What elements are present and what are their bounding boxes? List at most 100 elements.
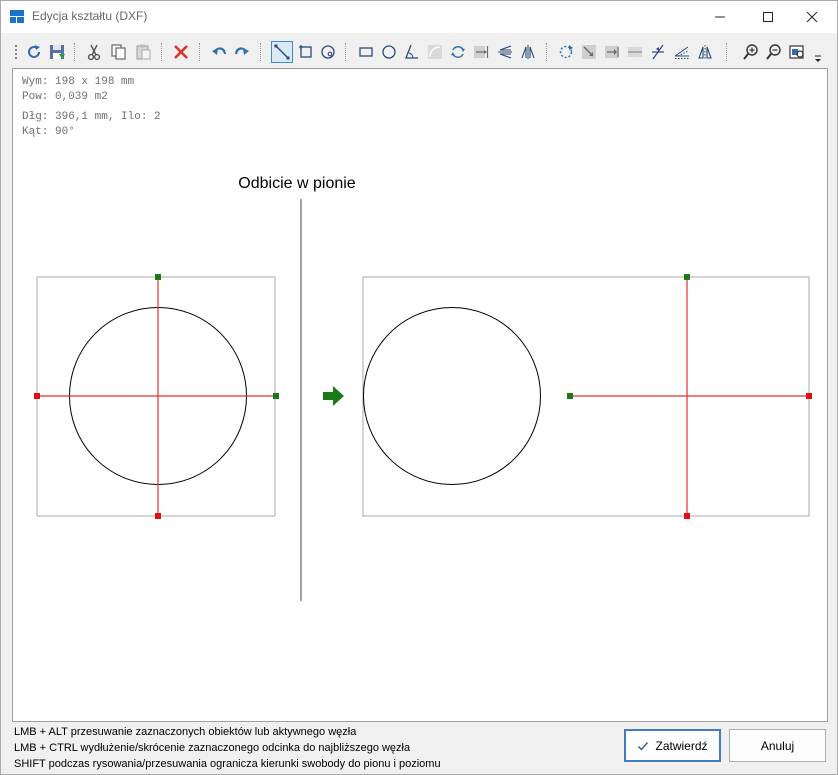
zoom-fit-button[interactable] [786,41,808,63]
draw-rect-button[interactable] [355,41,377,63]
node-handle[interactable] [155,274,161,280]
offset-button[interactable] [671,41,693,63]
trim-icon [628,47,642,57]
mirror-v-icon [521,45,535,59]
zoom-out-icon [766,44,781,60]
mirror-v-button[interactable] [517,41,539,63]
node-handle[interactable] [273,393,279,399]
copy-icon [111,44,126,60]
shape-before [34,274,279,519]
node-handle[interactable] [567,393,573,399]
select-rect-icon [299,45,312,58]
draw-arc-button[interactable] [424,41,446,63]
toolbar-separator [546,43,547,61]
mirror-icon [698,45,712,59]
rotate-icon [451,46,465,58]
maximize-icon [763,12,773,22]
node-handle[interactable] [155,513,161,519]
select-rect-button[interactable] [295,41,317,63]
zoom-fit-icon [789,45,804,59]
mirror-button[interactable] [694,41,716,63]
scale-icon [582,45,596,59]
delete-button[interactable] [170,41,192,63]
window-title: Edycja kształtu (DXF) [32,9,148,23]
cancel-button[interactable]: Anuluj [729,729,826,762]
transform-arrow-icon [323,386,344,406]
checkmark-icon [638,741,649,751]
cut-button[interactable] [83,41,105,63]
paste-icon [136,44,151,60]
drawing-area: Odbicie w pionie [34,175,812,601]
cancel-button-label: Anuluj [760,738,795,753]
confirm-button[interactable]: Zatwierdź [624,729,721,762]
title-bar: Edycja kształtu (DXF) [1,1,837,33]
overflow-menu-icon [815,55,821,62]
trim-button[interactable] [624,41,646,63]
toolbar-grip[interactable] [15,45,17,59]
draw-arc-icon [428,45,442,59]
close-window-button[interactable] [789,1,835,33]
toolbar-overflow-button[interactable] [811,53,825,65]
select-line-icon [274,44,290,60]
refresh-icon [28,45,40,58]
stretch-icon [605,46,619,58]
refresh-button[interactable] [23,41,45,63]
hint-alt: LMB + ALT przesuwanie zaznaczonych obiek… [14,726,357,738]
minimize-button[interactable] [697,1,743,33]
cut-icon [87,44,101,61]
paste-button[interactable] [132,41,154,63]
hint-shift: SHIFT podczas rysowania/przesuwania ogra… [14,758,441,770]
save-button[interactable] [46,41,68,63]
undo-icon [212,47,227,55]
node-handle[interactable] [34,393,40,399]
extend-icon [474,46,489,58]
toolbar-separator [199,43,200,61]
toolbar-separator [74,43,75,61]
toolbar-separator [260,43,261,61]
select-circle-icon [321,45,335,59]
draw-circle-icon [382,45,396,59]
node-handle[interactable] [806,393,812,399]
draw-angle-button[interactable] [401,41,423,63]
save-icon [50,45,65,59]
draw-rect-icon [359,47,373,57]
circle-shape[interactable] [363,307,541,485]
scale-button[interactable] [578,41,600,63]
redo-button[interactable] [231,41,253,63]
zoom-out-button[interactable] [763,41,785,63]
zoom-in-icon [743,44,758,60]
rotate-dotted-icon [559,45,573,59]
toolbar-separator [726,43,727,61]
intersect-icon [652,44,664,60]
app-icon [10,10,24,23]
mirror-h-button[interactable] [494,41,516,63]
extend-button[interactable] [470,41,492,63]
close-icon [806,11,818,23]
node-handle[interactable] [684,513,690,519]
select-circle-button[interactable] [317,41,339,63]
offset-icon [674,46,689,59]
shape-after [362,274,812,519]
hint-ctrl: LMB + CTRL wydłużenie/skrócenie zaznaczo… [14,742,411,754]
minimize-icon [715,16,725,18]
rotate-button[interactable] [447,41,469,63]
operation-caption: Odbicie w pionie [238,175,356,192]
zoom-in-button[interactable] [740,41,762,63]
draw-angle-icon [405,44,418,59]
toolbar [1,39,837,67]
select-line-button[interactable] [271,41,293,63]
maximize-button[interactable] [745,1,791,33]
drawing-canvas[interactable]: Wym: 198 x 198 mm Pow: 0,039 m2 Dłg: 396… [12,68,828,722]
toolbar-separator [161,43,162,61]
confirm-button-label: Zatwierdź [655,738,708,753]
intersect-button[interactable] [647,41,669,63]
delete-icon [174,45,188,59]
stretch-button[interactable] [601,41,623,63]
copy-button[interactable] [107,41,129,63]
draw-circle-button[interactable] [378,41,400,63]
rotate-dotted-button[interactable] [555,41,577,63]
undo-button[interactable] [208,41,230,63]
redo-icon [234,47,249,55]
node-handle[interactable] [684,274,690,280]
mirror-h-icon [498,45,512,59]
